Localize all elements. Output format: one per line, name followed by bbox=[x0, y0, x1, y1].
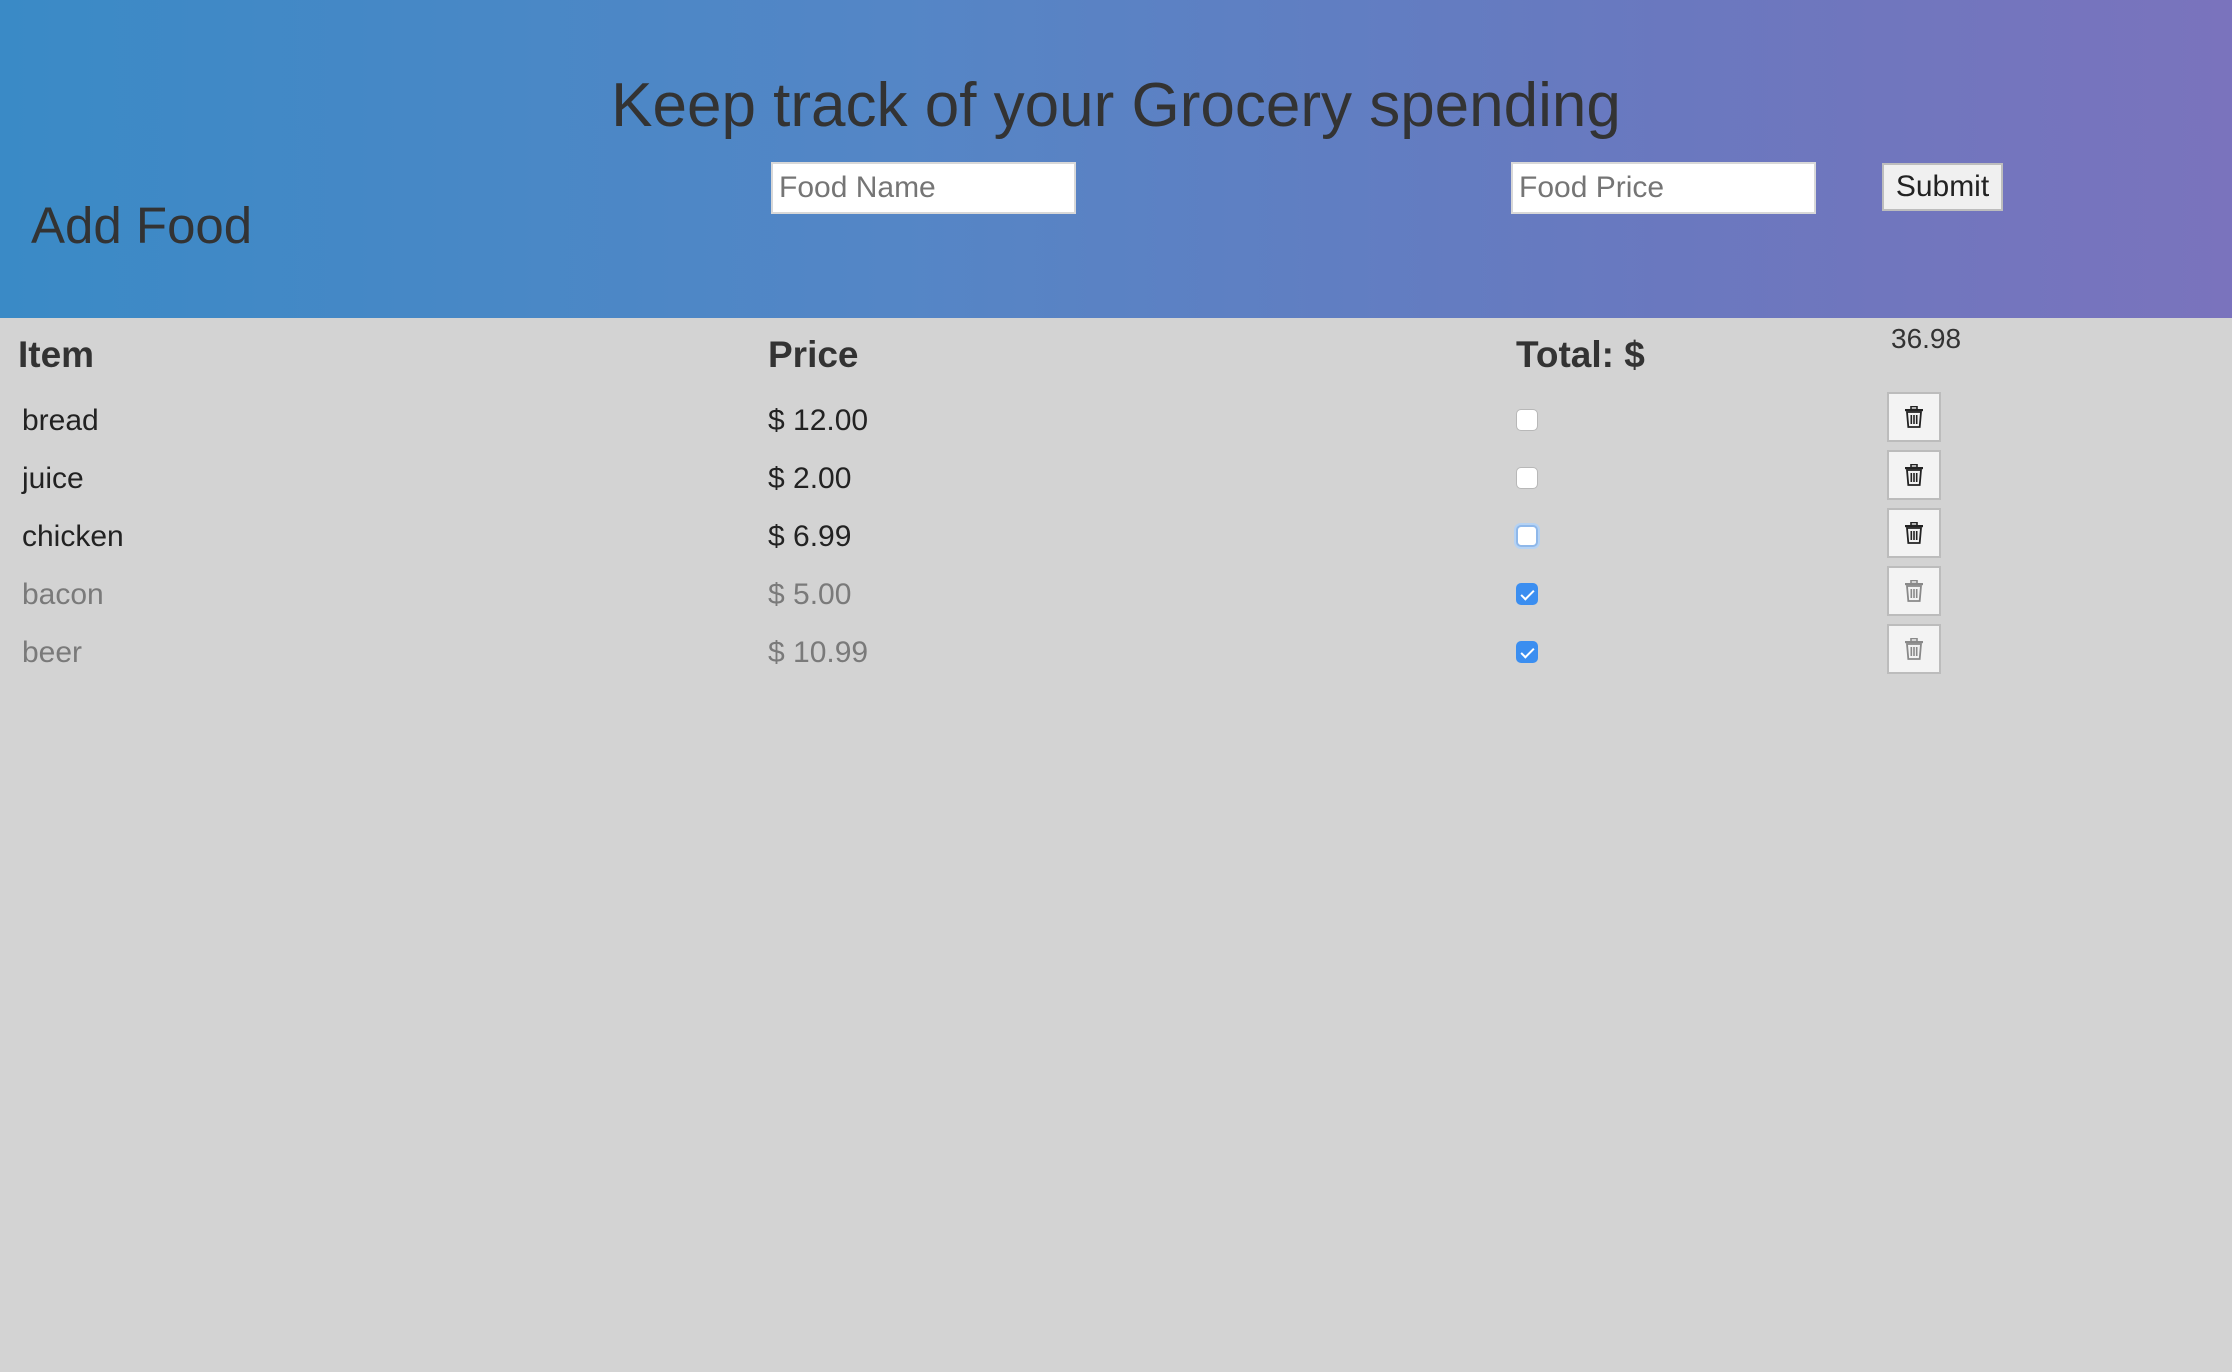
purchased-checkbox[interactable] bbox=[1516, 467, 1538, 489]
table-row: beer $ 10.99 bbox=[0, 624, 2232, 682]
item-price: $ 6.99 bbox=[768, 520, 852, 553]
add-food-heading: Add Food bbox=[31, 197, 253, 254]
purchased-checkbox[interactable] bbox=[1516, 525, 1538, 547]
table-row: juice $ 2.00 bbox=[0, 450, 2232, 508]
item-price: $ 12.00 bbox=[768, 404, 869, 437]
item-name: bread bbox=[22, 404, 99, 437]
item-price: $ 2.00 bbox=[768, 462, 852, 495]
column-header-price: Price bbox=[768, 334, 859, 375]
item-name: juice bbox=[22, 462, 84, 495]
table-row: bread $ 12.00 bbox=[0, 392, 2232, 450]
purchased-checkbox[interactable] bbox=[1516, 583, 1538, 605]
trash-icon bbox=[1905, 638, 1923, 660]
table-row: chicken $ 6.99 bbox=[0, 508, 2232, 566]
trash-icon bbox=[1905, 522, 1923, 544]
item-name: chicken bbox=[22, 520, 124, 553]
trash-icon bbox=[1905, 464, 1923, 486]
food-name-input[interactable] bbox=[771, 162, 1076, 214]
delete-button[interactable] bbox=[1887, 566, 1941, 616]
column-header-total: Total: $ bbox=[1516, 334, 1645, 375]
trash-icon bbox=[1905, 406, 1923, 428]
table-row: bacon $ 5.00 bbox=[0, 566, 2232, 624]
total-value: 36.98 bbox=[1891, 323, 1962, 354]
purchased-checkbox[interactable] bbox=[1516, 409, 1538, 431]
delete-button[interactable] bbox=[1887, 450, 1941, 500]
column-header-item: Item bbox=[18, 334, 95, 375]
item-price: $ 10.99 bbox=[768, 636, 869, 669]
trash-icon bbox=[1905, 580, 1923, 602]
food-price-input[interactable] bbox=[1511, 162, 1816, 214]
delete-button[interactable] bbox=[1887, 508, 1941, 558]
purchased-checkbox[interactable] bbox=[1516, 641, 1538, 663]
item-name: beer bbox=[22, 636, 83, 669]
submit-button[interactable]: Submit bbox=[1882, 163, 2003, 211]
delete-button[interactable] bbox=[1887, 392, 1941, 442]
item-name: bacon bbox=[22, 578, 104, 611]
item-price: $ 5.00 bbox=[768, 578, 852, 611]
delete-button[interactable] bbox=[1887, 624, 1941, 674]
header-banner: Keep track of your Grocery spending Add … bbox=[0, 0, 2232, 318]
page-title: Keep track of your Grocery spending bbox=[611, 71, 1621, 140]
